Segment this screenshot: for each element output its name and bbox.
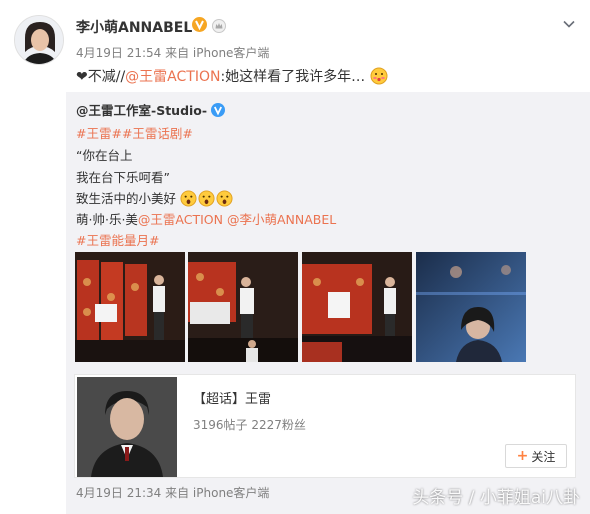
repost-mention-2[interactable]: @李小萌ANNABEL	[227, 212, 336, 227]
repost-line-4: 萌·帅·乐·美@王雷ACTION @李小萌ANNABEL	[76, 209, 336, 228]
repost-meta: 4月19日 21:34 来自 iPhone客户端	[76, 486, 270, 500]
repost-mention-1[interactable]: @王雷ACTION	[138, 212, 223, 227]
post-meta: 4月19日 21:54 来自 iPhone客户端	[76, 46, 270, 60]
watermark-text: 头条号 / 小菲姐ai八卦	[412, 488, 580, 508]
photo-thumbnail[interactable]	[188, 252, 298, 362]
repost-author-line: @王雷工作室-Studio-	[76, 100, 226, 119]
repost-tag-2[interactable]: #王雷能量月#	[76, 230, 159, 249]
post-text-prefix: ❤不减//	[76, 69, 126, 85]
repost-author[interactable]: @王雷工作室-Studio-	[76, 103, 207, 118]
repost-line-3-text: 致生活中的小美好	[76, 191, 177, 206]
avatar[interactable]	[14, 15, 64, 65]
repost-tags[interactable]: #王雷##王雷话剧#	[76, 123, 193, 142]
topic-card[interactable]: 【超话】王雷 3196帖子 2227粉丝 + 关注	[74, 374, 576, 478]
photo-thumbnail[interactable]	[75, 252, 185, 362]
follow-button[interactable]: + 关注	[505, 444, 567, 468]
post-text-suffix: :她这样看了我许多年…	[220, 69, 366, 85]
repost-line-2: 我在台下乐呵看”	[76, 170, 170, 185]
photo-thumbnail[interactable]	[416, 252, 526, 362]
topic-card-stats: 3196帖子 2227粉丝	[193, 418, 306, 432]
post-text: ❤不减//@王雷ACTION:她这样看了我许多年…	[76, 66, 388, 86]
plus-icon: +	[516, 448, 529, 464]
mention-link[interactable]: @王雷ACTION	[125, 69, 220, 85]
verified-icon	[192, 17, 207, 32]
photo-thumbnail[interactable]	[302, 252, 412, 362]
blushing-emoji-icon	[370, 67, 388, 85]
topic-card-title[interactable]: 【超话】王雷	[193, 388, 271, 407]
username[interactable]: 李小萌ANNABEL	[76, 17, 192, 37]
repost-line-4-text: 萌·帅·乐·美	[76, 212, 138, 227]
repost-line-1: “你在台上	[76, 148, 133, 163]
verified-blue-icon	[211, 103, 226, 117]
repost-block: @王雷工作室-Studio- #王雷##王雷话剧# “你在台上 我在台下乐呵看”…	[66, 92, 590, 514]
topic-card-image	[77, 377, 177, 477]
crown-icon[interactable]	[212, 18, 226, 33]
repost-line-3: 致生活中的小美好	[76, 188, 233, 207]
shocked-emoji-icons	[180, 190, 233, 207]
chevron-down-icon[interactable]	[562, 16, 576, 30]
follow-label: 关注	[531, 449, 556, 464]
